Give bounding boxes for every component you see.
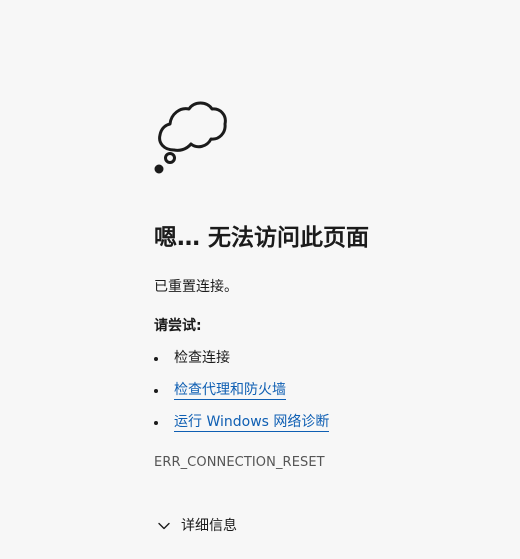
check-proxy-firewall-link[interactable]: 检查代理和防火墙 — [174, 382, 286, 400]
details-label: 详细信息 — [181, 518, 237, 534]
thought-cloud-icon — [150, 98, 230, 178]
try-heading: 请尝试: — [154, 318, 202, 334]
page-title: 嗯… 无法访问此页面 — [154, 225, 370, 251]
error-code: ERR_CONNECTION_RESET — [154, 455, 325, 470]
suggestion-check-proxy-firewall: 检查代理和防火墙 — [154, 377, 329, 409]
suggestion-label: 检查连接 — [174, 350, 230, 366]
suggestion-check-connection: 检查连接 — [154, 345, 329, 377]
network-diagnostics-link[interactable]: 运行 Windows 网络诊断 — [174, 414, 330, 432]
bullet-icon — [154, 389, 158, 393]
chevron-down-icon — [156, 518, 172, 534]
suggestion-network-diagnostics: 运行 Windows 网络诊断 — [154, 409, 330, 441]
bullet-icon — [154, 421, 158, 425]
error-page: 嗯… 无法访问此页面 已重置连接。 请尝试: 检查连接 检查代理和防火墙 运行 … — [0, 0, 520, 559]
suggestion-list: 检查连接 检查代理和防火墙 运行 Windows 网络诊断 — [154, 345, 330, 441]
details-toggle-button[interactable]: 详细信息 — [156, 515, 237, 537]
bullet-icon — [154, 357, 158, 361]
error-description: 已重置连接。 — [154, 279, 238, 295]
